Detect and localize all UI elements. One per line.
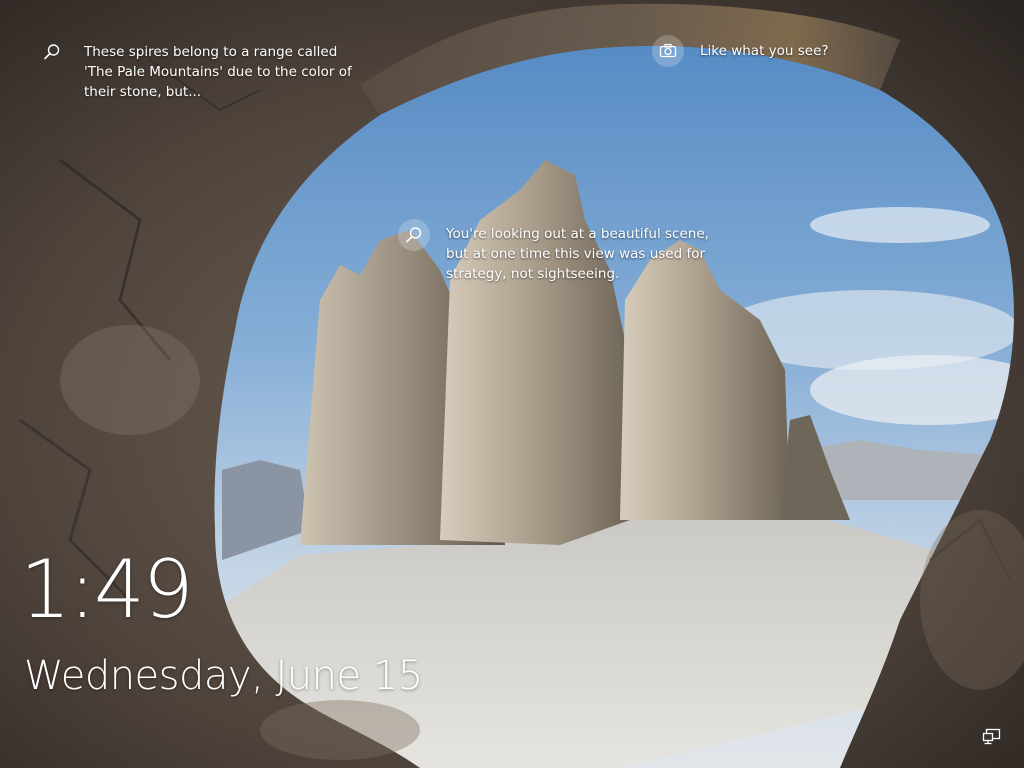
spotlight-fact-top-text[interactable]: These spires belong to a range called 'T…	[84, 36, 364, 102]
spotlight-fact-top[interactable]: These spires belong to a range called 'T…	[36, 36, 364, 102]
spotlight-fact-middle[interactable]: You're looking out at a beautiful scene,…	[398, 219, 716, 284]
lock-screen-time: 1:49	[20, 543, 194, 636]
lock-screen[interactable]: These spires belong to a range called 'T…	[0, 0, 1024, 768]
search-icon[interactable]	[36, 36, 68, 68]
network-icon[interactable]	[982, 728, 1002, 746]
like-what-you-see-text[interactable]: Like what you see?	[700, 35, 829, 61]
search-icon[interactable]	[398, 219, 430, 251]
lock-screen-date: Wednesday, June 15	[24, 653, 423, 699]
like-what-you-see-prompt[interactable]: Like what you see?	[652, 35, 829, 67]
camera-icon[interactable]	[652, 35, 684, 67]
spotlight-fact-middle-text[interactable]: You're looking out at a beautiful scene,…	[446, 219, 716, 284]
